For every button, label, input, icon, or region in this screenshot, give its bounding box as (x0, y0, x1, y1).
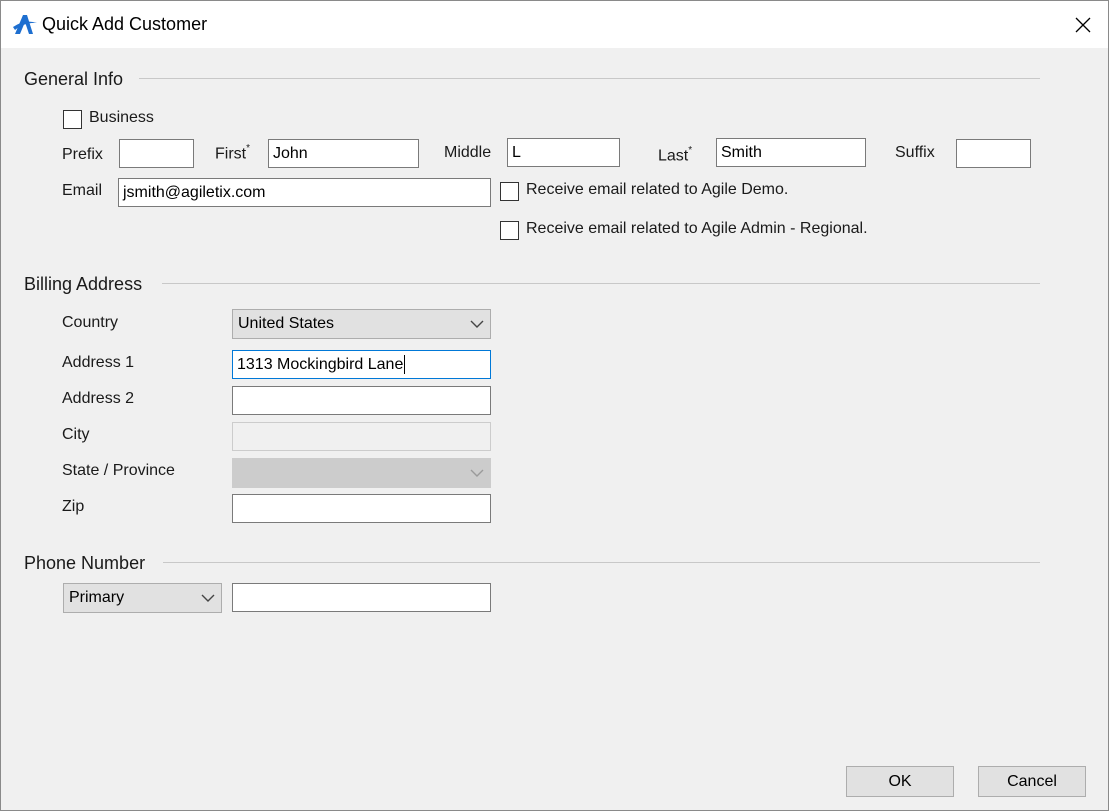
email-opt-demo-label: Receive email related to Agile Demo. (526, 181, 789, 198)
ok-button[interactable]: OK (846, 766, 954, 797)
email-opt-regional-checkbox[interactable] (500, 221, 519, 240)
phone-type-value: Primary (69, 589, 125, 606)
cancel-button[interactable]: Cancel (978, 766, 1086, 797)
city-input[interactable] (232, 422, 491, 451)
chevron-down-icon (470, 469, 484, 477)
country-label: Country (62, 314, 119, 331)
prefix-input[interactable] (119, 139, 194, 168)
agile-logo-icon (13, 15, 37, 34)
phone-type-select[interactable]: Primary (63, 583, 222, 613)
suffix-input[interactable] (956, 139, 1031, 168)
email-label: Email (62, 182, 103, 199)
middle-name-label: Middle (444, 144, 492, 161)
city-label: City (62, 426, 90, 443)
phone-number-input[interactable] (232, 583, 491, 612)
close-button[interactable] (1058, 1, 1108, 48)
suffix-label: Suffix (895, 144, 935, 161)
chevron-down-icon (201, 594, 215, 602)
email-opt-demo-checkbox[interactable] (500, 182, 519, 201)
quick-add-customer-dialog: Quick Add Customer General Info Business… (0, 0, 1109, 811)
email-opt-regional-label: Receive email related to Agile Admin - R… (526, 220, 868, 237)
email-input[interactable]: jsmith@agiletix.com (118, 178, 491, 207)
first-name-input[interactable]: John (268, 139, 419, 168)
address1-label: Address 1 (62, 354, 135, 371)
address1-value: 1313 Mockingbird Lane (237, 356, 404, 373)
country-select[interactable]: United States (232, 309, 491, 339)
general-info-divider (139, 78, 1040, 79)
prefix-label: Prefix (62, 146, 103, 163)
middle-name-input[interactable]: L (507, 138, 620, 167)
country-value: United States (238, 315, 335, 332)
business-checkbox[interactable] (63, 110, 82, 129)
text-caret (404, 355, 406, 375)
required-mark: * (688, 145, 693, 156)
phone-number-heading: Phone Number (24, 553, 146, 573)
billing-address-divider (162, 283, 1040, 284)
required-mark: * (246, 143, 251, 154)
zip-input[interactable] (232, 494, 491, 523)
window-title: Quick Add Customer (42, 14, 208, 34)
last-name-label: Last* (658, 145, 693, 165)
zip-label: Zip (62, 498, 85, 515)
first-name-label: First* (215, 143, 251, 163)
close-icon (1075, 17, 1091, 32)
address2-input[interactable] (232, 386, 491, 415)
address1-input[interactable]: 1313 Mockingbird Lane (232, 350, 491, 379)
title-bar: Quick Add Customer (1, 1, 1108, 48)
billing-address-heading: Billing Address (24, 274, 143, 294)
last-name-input[interactable]: Smith (716, 138, 866, 167)
business-label: Business (89, 109, 154, 126)
state-province-select[interactable] (232, 458, 491, 488)
state-province-label: State / Province (62, 462, 175, 479)
general-info-heading: General Info (24, 69, 124, 89)
address2-label: Address 2 (62, 390, 135, 407)
chevron-down-icon (470, 320, 484, 328)
phone-number-divider (163, 562, 1040, 563)
